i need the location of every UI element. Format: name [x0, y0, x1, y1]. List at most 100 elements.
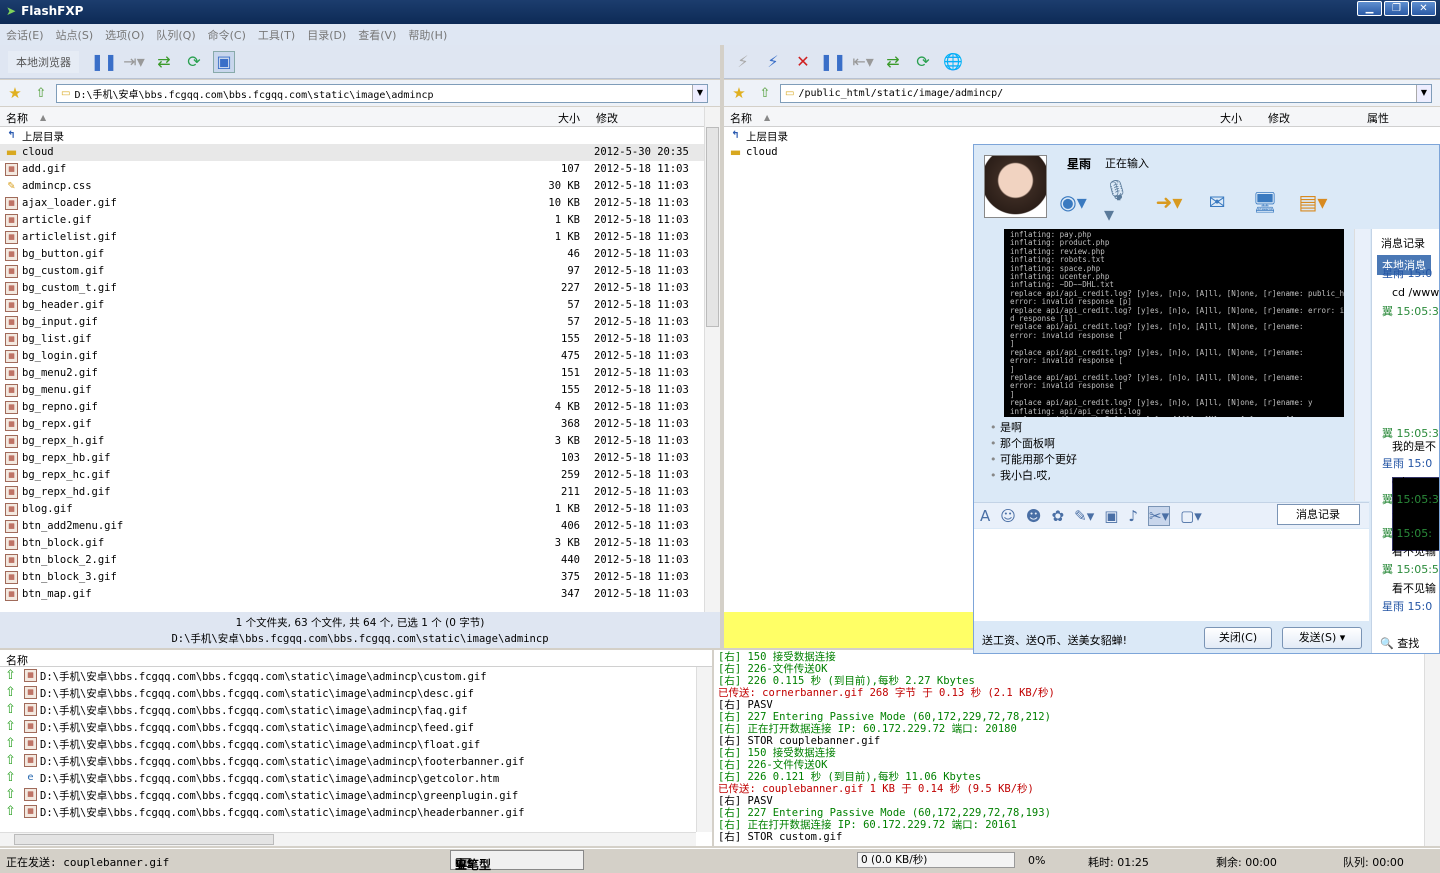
transfer-icon[interactable]: ⇥▾	[123, 51, 145, 73]
queue-scrollbar[interactable]	[696, 667, 712, 832]
file-row[interactable]: ▦ bg_custom_t.gif 227 2012-5-18 11:03	[0, 280, 720, 297]
sync-icon[interactable]: ⇄	[153, 51, 175, 73]
chevron-down-icon[interactable]: ▼	[1416, 84, 1431, 102]
local-browser-label[interactable]: 本地浏览器	[8, 50, 79, 73]
queue-item[interactable]: ⇧ ▦ D:\手机\安卓\bbs.fcgqq.com\bbs.fcgqq.com\s…	[0, 718, 712, 735]
file-row[interactable]: ▦ btn_add2menu.gif 406 2012-5-18 11:03	[0, 518, 720, 535]
menu-item[interactable]: 站点(S)	[56, 27, 94, 43]
file-row[interactable]: ▦ bg_button.gif 46 2012-5-18 11:03	[0, 246, 720, 263]
left-scrollbar[interactable]	[704, 107, 720, 612]
scissors-icon[interactable]: ✂▾	[1148, 505, 1171, 526]
file-row[interactable]: ▦ add.gif 107 2012-5-18 11:03	[0, 161, 720, 178]
session-log[interactable]: [右] 150 接受数据连接 [右] 226-文件传送OK [右] 226 0.11…	[714, 650, 1426, 846]
queue-item[interactable]: ⇧ ▦ D:\手机\安卓\bbs.fcgqq.com\bbs.fcgqq.com\s…	[0, 701, 712, 718]
favorite-star-icon[interactable]: ★	[4, 82, 26, 104]
pause-remote-icon[interactable]: ❚❚	[820, 51, 847, 73]
file-row[interactable]: ▦ bg_menu2.gif 151 2012-5-18 11:03	[0, 365, 720, 382]
file-row[interactable]: ▦ bg_header.gif 57 2012-5-18 11:03	[0, 297, 720, 314]
menu-item[interactable]: 命令(C)	[208, 27, 246, 43]
file-row[interactable]: ▦ bg_repx_h.gif 3 KB 2012-5-18 11:03	[0, 433, 720, 450]
local-file-list[interactable]: 名称 ▲ 大小 修改 ↰ 上层目录 ▬ cloud 2012-5-30 20:35 ▦…	[0, 107, 720, 612]
column-attr[interactable]: 属性	[1367, 110, 1389, 126]
chevron-down-icon[interactable]: ▼	[692, 84, 707, 102]
file-row[interactable]: ▦ bg_input.gif 57 2012-5-18 11:03	[0, 314, 720, 331]
transfer-remote-icon[interactable]: ⇤▾	[852, 51, 874, 73]
queue-hscrollbar[interactable]	[0, 832, 696, 846]
transfer-queue[interactable]: 名称 ⇧ ▦ D:\手机\安卓\bbs.fcgqq.com\bbs.fcgqq.co…	[0, 650, 712, 846]
emoji-icon[interactable]: ☺	[1000, 507, 1016, 525]
close-chat-button[interactable]: 关闭(C)	[1204, 627, 1272, 649]
menu-item[interactable]: 会话(E)	[6, 27, 44, 43]
file-row[interactable]: ▦ bg_repx_hd.gif 211 2012-5-18 11:03	[0, 484, 720, 501]
menu-item[interactable]: 目录(D)	[307, 27, 346, 43]
find-button[interactable]: 🔍 查找	[1380, 635, 1419, 651]
menu-item[interactable]: 帮助(H)	[408, 27, 447, 43]
connect-icon[interactable]: ⚡	[732, 51, 754, 73]
music-icon[interactable]: ♪	[1128, 507, 1138, 525]
close-button[interactable]: ✕	[1411, 1, 1436, 16]
file-row[interactable]: ▦ bg_repx_hc.gif 259 2012-5-18 11:03	[0, 467, 720, 484]
avatar[interactable]	[984, 155, 1047, 218]
image-icon[interactable]: ▣	[1104, 507, 1118, 525]
file-row[interactable]: ▦ bg_repno.gif 4 KB 2012-5-18 11:03	[0, 399, 720, 416]
file-row[interactable]: ▦ blog.gif 1 KB 2012-5-18 11:03	[0, 501, 720, 518]
parent-dir-row[interactable]: ↰ 上层目录	[0, 127, 720, 144]
queue-item[interactable]: ⇧ ▦ D:\手机\安卓\bbs.fcgqq.com\bbs.fcgqq.com\s…	[0, 752, 712, 769]
column-modified[interactable]: 修改	[1268, 110, 1290, 126]
refresh-icon[interactable]: ⟳	[183, 51, 205, 73]
column-modified[interactable]: 修改	[596, 110, 618, 126]
column-size[interactable]: 大小	[558, 110, 580, 126]
queue-item[interactable]: ⇧ ▦ D:\手机\安卓\bbs.fcgqq.com\bbs.fcgqq.com\s…	[0, 735, 712, 752]
file-row[interactable]: ▦ btn_block_3.gif 375 2012-5-18 11:03	[0, 569, 720, 586]
queue-item[interactable]: ⇧ ▦ D:\手机\安卓\bbs.fcgqq.com\bbs.fcgqq.com\s…	[0, 667, 712, 684]
file-row[interactable]: ▦ articlelist.gif 1 KB 2012-5-18 11:03	[0, 229, 720, 246]
refresh-remote-icon[interactable]: ⟳	[912, 51, 934, 73]
queue-item[interactable]: ⇧ ▦ D:\手机\安卓\bbs.fcgqq.com\bbs.fcgqq.com\s…	[0, 786, 712, 803]
globe-icon[interactable]: 🌐	[942, 51, 964, 73]
send-button[interactable]: 发送(S) ▾	[1282, 627, 1362, 649]
queue-item[interactable]: ⇧ e D:\手机\安卓\bbs.fcgqq.com\bbs.fcgqq.com\s…	[0, 769, 712, 786]
ime-bar[interactable]: ㄓ 五笔型 ☽ ·, ⌨	[450, 850, 584, 872]
chat-window[interactable]: 星雨 正在输入 ◉▾ 🎙▾ ➜▾ ✉ 🖥 ▤▾ inflating: pay.p…	[973, 144, 1440, 654]
file-row[interactable]: ▦ btn_block.gif 3 KB 2012-5-18 11:03	[0, 535, 720, 552]
file-row[interactable]: ▦ article.gif 1 KB 2012-5-18 11:03	[0, 212, 720, 229]
sync-remote-icon[interactable]: ⇄	[882, 51, 904, 73]
send-file-icon[interactable]: ➜▾	[1152, 189, 1186, 215]
file-row[interactable]: ▦ btn_block_2.gif 440 2012-5-18 11:03	[0, 552, 720, 569]
column-name[interactable]: 名称	[730, 110, 752, 126]
menu-item[interactable]: 查看(V)	[358, 27, 396, 43]
queue-item[interactable]: ⇧ ▦ D:\手机\安卓\bbs.fcgqq.com\bbs.fcgqq.com\s…	[0, 684, 712, 701]
queue-item[interactable]: ⇧ ▦ D:\手机\安卓\bbs.fcgqq.com\bbs.fcgqq.com\s…	[0, 803, 712, 820]
app-icon[interactable]: ▤▾	[1296, 189, 1330, 215]
column-size[interactable]: 大小	[1220, 110, 1242, 126]
log-scrollbar[interactable]	[1424, 650, 1440, 846]
view-icon[interactable]: ▣	[213, 50, 235, 73]
file-row[interactable]: ▦ bg_list.gif 155 2012-5-18 11:03	[0, 331, 720, 348]
minimize-button[interactable]: ▁	[1357, 1, 1382, 16]
parent-dir-row[interactable]: ↰ 上层目录	[724, 127, 1440, 144]
left-path-input[interactable]: ▭ D:\手机\安卓\bbs.fcgqq.com\bbs.fcgqq.com\s…	[56, 83, 708, 103]
quick-connect-icon[interactable]: ⚡	[762, 51, 784, 73]
microphone-icon[interactable]: 🎙▾	[1104, 178, 1138, 226]
menu-item[interactable]: 选项(O)	[105, 27, 144, 43]
file-row[interactable]: ▦ bg_repx_hb.gif 103 2012-5-18 11:03	[0, 450, 720, 467]
menu-item[interactable]: 工具(T)	[258, 27, 295, 43]
pause-icon[interactable]: ❚❚	[91, 51, 118, 73]
sms-icon[interactable]: ✉	[1200, 189, 1234, 215]
edit-icon[interactable]: ✎▾	[1074, 507, 1094, 525]
menu-item[interactable]: 队列(Q)	[156, 27, 195, 43]
file-row[interactable]: ✎ admincp.css 30 KB 2012-5-18 11:03	[0, 178, 720, 195]
magic-emoji-icon[interactable]: ☻	[1026, 507, 1042, 525]
chat-scrollbar[interactable]	[1354, 229, 1370, 501]
file-row[interactable]: ▦ bg_repx.gif 368 2012-5-18 11:03	[0, 416, 720, 433]
chat-input[interactable]	[974, 529, 1369, 621]
file-row[interactable]: ▦ bg_menu.gif 155 2012-5-18 11:03	[0, 382, 720, 399]
webcam-icon[interactable]: ◉▾	[1056, 189, 1090, 215]
font-icon[interactable]: A	[980, 507, 990, 525]
maximize-button[interactable]: ❐	[1384, 1, 1409, 16]
message-record-button[interactable]: 消息记录	[1277, 504, 1360, 525]
remote-assist-icon[interactable]: 🖥	[1248, 189, 1282, 215]
ad-text[interactable]: 送工资、送Q币、送美女貂蝉!	[982, 632, 1127, 648]
parent-folder-icon[interactable]: ⇧	[754, 82, 776, 104]
file-row[interactable]: ▦ btn_map.gif 347 2012-5-18 11:03	[0, 586, 720, 603]
